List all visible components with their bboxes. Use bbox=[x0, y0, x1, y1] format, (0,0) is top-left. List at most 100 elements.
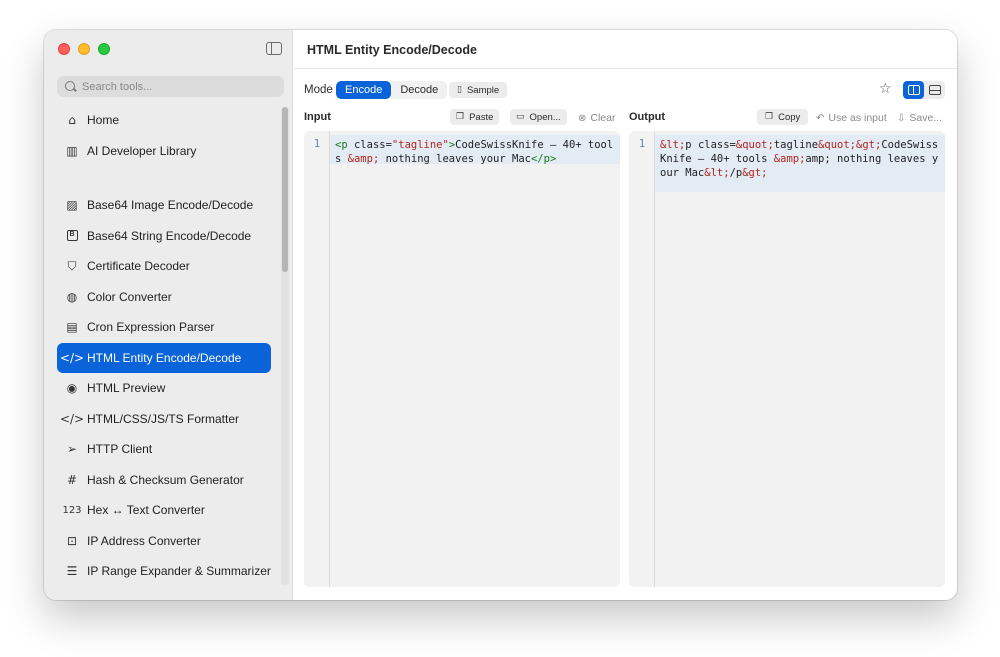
network-icon: ⊡ bbox=[66, 533, 78, 548]
house-icon: ⌂ bbox=[68, 113, 76, 128]
layout-toggle bbox=[903, 81, 945, 99]
minimize-window-button[interactable] bbox=[78, 43, 90, 55]
sidebar-item-label: HTTP Client bbox=[87, 442, 153, 457]
sidebar-item-label: Hash & Checksum Generator bbox=[87, 472, 244, 487]
open-file-button[interactable]: ▭ Open... bbox=[510, 109, 567, 125]
sample-button[interactable]: ▯ Sample bbox=[449, 82, 508, 98]
paste-button[interactable]: ❐ Paste bbox=[450, 109, 500, 125]
sidebar-item-html-entity[interactable]: </> HTML Entity Encode/Decode bbox=[57, 342, 271, 373]
sidebar-item-home[interactable]: ⌂ Home bbox=[57, 105, 271, 136]
app-window: ⌂ Home ▥ AI Developer Library ▨ Base64 I… bbox=[44, 30, 957, 600]
sidebar-item-label: HTML Preview bbox=[87, 381, 166, 396]
sidebar-scrollbar[interactable] bbox=[281, 107, 289, 585]
search-icon bbox=[65, 80, 77, 93]
sidebar-item-color-converter[interactable]: ◍ Color Converter bbox=[57, 282, 271, 313]
side-by-side-layout-button[interactable] bbox=[903, 81, 924, 99]
sidebar-item-cron-parser[interactable]: ▤ Cron Expression Parser bbox=[57, 312, 271, 343]
split-vertical-icon bbox=[928, 85, 941, 95]
paste-label: Paste bbox=[469, 111, 494, 123]
clear-label: Clear bbox=[590, 112, 616, 124]
sidebar-item-label: Base64 String Encode/Decode bbox=[87, 228, 252, 243]
sidebar-item-hex-text[interactable]: 123 Hex ↔ Text Converter bbox=[57, 495, 271, 526]
input-editor[interactable]: 1 <p class="tagline">CodeSwissKnife — 40… bbox=[304, 131, 620, 587]
paperplane-icon: ➢ bbox=[66, 442, 78, 457]
output-editor[interactable]: 1 &lt;p class=&quot;tagline&quot;&gt;Cod… bbox=[629, 131, 945, 587]
zoom-window-button[interactable] bbox=[98, 43, 110, 55]
clear-button[interactable]: ⊗ Clear bbox=[578, 110, 615, 126]
open-label: Open... bbox=[529, 111, 561, 123]
sidebar-item-certificate-decoder[interactable]: ⛉ Certificate Decoder bbox=[57, 251, 271, 282]
sample-label: Sample bbox=[466, 84, 500, 96]
sidebar-item-label: HTML/CSS/JS/TS Formatter bbox=[87, 411, 240, 426]
save-label: Save... bbox=[909, 112, 943, 124]
mode-selector: Encode Decode bbox=[336, 81, 448, 99]
palette-icon: ◍ bbox=[66, 289, 78, 304]
sidebar-item-base64-image[interactable]: ▨ Base64 Image Encode/Decode bbox=[57, 190, 271, 221]
return-arrow-icon: ↶ bbox=[816, 112, 825, 124]
sidebar-item-label: AI Developer Library bbox=[87, 143, 197, 158]
sidebar-item-label: Hex ↔ Text Converter bbox=[87, 503, 205, 518]
mode-label: Mode bbox=[304, 84, 333, 96]
sidebar-item-http-client[interactable]: ➢ HTTP Client bbox=[57, 434, 271, 465]
sidebar-item-label: HTML Entity Encode/Decode bbox=[87, 350, 242, 365]
input-text[interactable]: <p class="tagline">CodeSwissKnife — 40+ … bbox=[335, 138, 614, 166]
output-text[interactable]: &lt;p class=&quot;tagline&quot;&gt;CodeS… bbox=[660, 138, 939, 180]
use-as-input-button[interactable]: ↶ Use as input bbox=[816, 110, 887, 126]
tool-list: ⌂ Home ▥ AI Developer Library ▨ Base64 I… bbox=[57, 105, 271, 587]
sidebar-item-label: IP Range Expander & Summarizer bbox=[87, 564, 271, 579]
title-divider bbox=[294, 68, 957, 69]
sidebar-item-label: Home bbox=[87, 113, 120, 128]
sidebar-item-ai-developer-library[interactable]: ▥ AI Developer Library bbox=[57, 136, 271, 167]
input-label: Input bbox=[304, 111, 331, 123]
sidebar-item-label: Color Converter bbox=[87, 289, 172, 304]
photo-icon: ▨ bbox=[66, 198, 78, 213]
search-input[interactable] bbox=[82, 80, 272, 93]
page-title: HTML Entity Encode/Decode bbox=[307, 43, 477, 57]
copy-label: Copy bbox=[778, 111, 801, 123]
shield-check-icon: ⛉ bbox=[67, 258, 77, 273]
copy-button[interactable]: ❐ Copy bbox=[757, 109, 809, 125]
eye-icon: ◉ bbox=[66, 381, 78, 396]
encode-button[interactable]: Encode bbox=[336, 81, 392, 99]
clear-circle-icon: ⊗ bbox=[578, 112, 587, 124]
decode-button[interactable]: Decode bbox=[391, 81, 448, 99]
books-icon: ▥ bbox=[66, 143, 78, 158]
main-content: HTML Entity Encode/Decode Mode Encode De… bbox=[294, 30, 957, 600]
folder-icon: ▭ bbox=[516, 112, 525, 122]
line-number: 1 bbox=[313, 138, 321, 150]
line-gutter: 1 bbox=[629, 131, 655, 587]
star-icon[interactable]: ☆ bbox=[879, 81, 892, 97]
save-tray-icon: ⇩ bbox=[897, 112, 906, 124]
calendar-clock-icon: ▤ bbox=[66, 320, 78, 335]
sidebar-item-hash-generator[interactable]: # Hash & Checksum Generator bbox=[57, 465, 271, 496]
use-as-input-label: Use as input bbox=[828, 112, 887, 124]
document-icon: ▯ bbox=[457, 85, 462, 95]
sidebar-item-formatter[interactable]: </> HTML/CSS/JS/TS Formatter bbox=[57, 404, 271, 435]
sidebar-toggle-icon[interactable] bbox=[266, 42, 282, 55]
code-brackets-icon: </> bbox=[59, 350, 85, 365]
copy-icon: ❐ bbox=[765, 112, 774, 122]
close-window-button[interactable] bbox=[58, 43, 70, 55]
sidebar-item-ip-converter[interactable]: ⊡ IP Address Converter bbox=[57, 526, 271, 557]
sidebar-scrollbar-thumb[interactable] bbox=[282, 107, 288, 272]
sidebar-item-label: IP Address Converter bbox=[87, 533, 201, 548]
sidebar-item-label: Certificate Decoder bbox=[87, 259, 190, 274]
sidebar-item-base64-string[interactable]: B Base64 String Encode/Decode bbox=[57, 221, 271, 252]
sidebar-item-ip-range[interactable]: ☰ IP Range Expander & Summarizer bbox=[57, 556, 271, 587]
clipboard-icon: ❐ bbox=[456, 112, 465, 122]
b-square-icon: B bbox=[64, 230, 80, 242]
line-gutter: 1 bbox=[304, 131, 330, 587]
stacked-layout-button[interactable] bbox=[924, 81, 945, 99]
output-label: Output bbox=[629, 111, 666, 123]
sidebar-item-label: Base64 Image Encode/Decode bbox=[87, 198, 254, 213]
number-sign-icon: # bbox=[66, 472, 78, 487]
window-controls bbox=[58, 43, 110, 55]
split-horizontal-icon bbox=[907, 85, 920, 95]
sidebar: ⌂ Home ▥ AI Developer Library ▨ Base64 I… bbox=[44, 30, 293, 600]
sidebar-item-label: Cron Expression Parser bbox=[87, 320, 215, 335]
search-field[interactable] bbox=[57, 76, 284, 97]
save-button[interactable]: ⇩ Save... bbox=[897, 110, 942, 126]
code-brackets-icon: </> bbox=[59, 411, 85, 426]
123-icon: 123 bbox=[62, 504, 82, 516]
sidebar-item-html-preview[interactable]: ◉ HTML Preview bbox=[57, 373, 271, 404]
